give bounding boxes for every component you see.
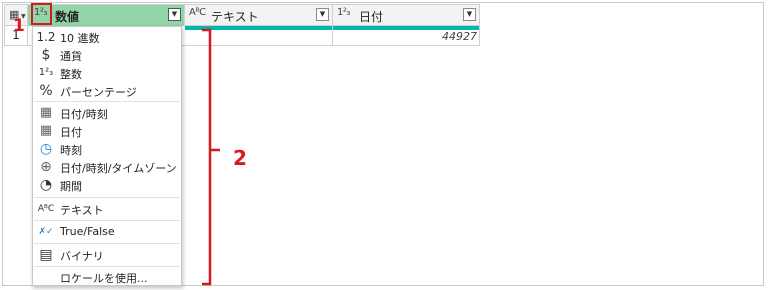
menu-item-percentage[interactable]: % パーセンテージ <box>33 82 181 100</box>
menu-item-label: 日付/時刻/タイムゾーン <box>60 162 177 175</box>
menu-item-label: バイナリ <box>60 250 104 263</box>
text-type-icon[interactable]: AᴮC <box>189 7 206 18</box>
menu-item-label: 日付 <box>60 126 82 139</box>
type-icon-highlight-box <box>31 3 52 25</box>
bracket-annotation <box>202 28 220 286</box>
menu-divider <box>34 266 180 267</box>
dollar-icon: $ <box>41 47 51 63</box>
integer-icon: 1²₃ <box>38 67 54 78</box>
menu-item-currency[interactable]: $ 通貨 <box>33 46 181 64</box>
menu-divider <box>34 220 180 221</box>
column-header-text[interactable]: AᴮC テキスト ▼ <box>185 5 333 26</box>
datetime-icon: ▦ <box>39 105 53 120</box>
menu-item-true-false[interactable]: ✗✓ True/False <box>33 223 181 241</box>
menu-item-duration[interactable]: ◔ 期間 <box>33 176 181 194</box>
callout-number-one: 1 <box>13 16 25 36</box>
binary-icon: ▤ <box>39 247 53 263</box>
menu-item-datetime-timezone[interactable]: ⊕ 日付/時刻/タイムゾーン <box>33 158 181 176</box>
text-icon: AᴮC <box>37 204 55 214</box>
menu-item-integer[interactable]: 1²₃ 整数 <box>33 64 181 82</box>
truefalse-icon: ✗✓ <box>38 227 54 237</box>
menu-item-label: 通貨 <box>60 50 82 63</box>
calendar-icon: ▦ <box>39 123 53 138</box>
menu-item-label: テキスト <box>60 204 104 217</box>
percent-icon: % <box>39 83 53 99</box>
callout-number-two: 2 <box>233 146 247 170</box>
menu-item-binary[interactable]: ▤ バイナリ <box>33 246 181 264</box>
menu-item-label: 10 進数 <box>60 32 100 45</box>
column-header-date[interactable]: 1²₃ 日付 ▼ <box>333 5 480 26</box>
menu-item-time[interactable]: ◷ 時刻 <box>33 140 181 158</box>
menu-item-label: 期間 <box>60 180 82 193</box>
cell-divider <box>479 26 480 45</box>
filter-dropdown-button[interactable]: ▼ <box>316 8 329 21</box>
data-type-menu: 1.2 10 進数 $ 通貨 1²₃ 整数 % パーセンテージ ▦ 日付/時刻 … <box>32 26 182 286</box>
menu-item-label: 時刻 <box>60 144 82 157</box>
menu-item-label: ロケールを使用... <box>60 272 148 285</box>
column-name: テキスト <box>211 10 259 24</box>
decimal-icon: 1.2 <box>36 30 56 44</box>
menu-item-date[interactable]: ▦ 日付 <box>33 122 181 140</box>
menu-divider <box>34 101 180 102</box>
column-header-row: ▦ ▼ 1²₃ 数値 ▼ AᴮC テキスト ▼ 1²₃ 日付 ▼ <box>4 4 480 26</box>
integer-type-icon[interactable]: 1²₃ <box>337 7 350 18</box>
menu-item-label: 整数 <box>60 68 82 81</box>
column-name: 数値 <box>55 10 80 24</box>
menu-item-datetime[interactable]: ▦ 日付/時刻 <box>33 104 181 122</box>
menu-item-label: パーセンテージ <box>60 86 137 99</box>
stopwatch-icon: ◔ <box>39 177 53 193</box>
menu-divider <box>34 197 180 198</box>
column-name: 日付 <box>359 10 384 24</box>
clock-icon: ◷ <box>39 141 53 157</box>
filter-dropdown-button[interactable]: ▼ <box>168 8 181 21</box>
menu-item-using-locale[interactable]: ロケールを使用... <box>33 268 181 286</box>
filter-dropdown-button[interactable]: ▼ <box>463 8 476 21</box>
globe-icon: ⊕ <box>40 159 52 175</box>
menu-item-label: 日付/時刻 <box>60 108 108 121</box>
menu-item-label: True/False <box>60 225 115 238</box>
cell-date-value[interactable]: 44927 <box>333 30 477 43</box>
menu-item-text[interactable]: AᴮC テキスト <box>33 200 181 218</box>
menu-item-decimal[interactable]: 1.2 10 進数 <box>33 28 181 46</box>
menu-divider <box>34 243 180 244</box>
